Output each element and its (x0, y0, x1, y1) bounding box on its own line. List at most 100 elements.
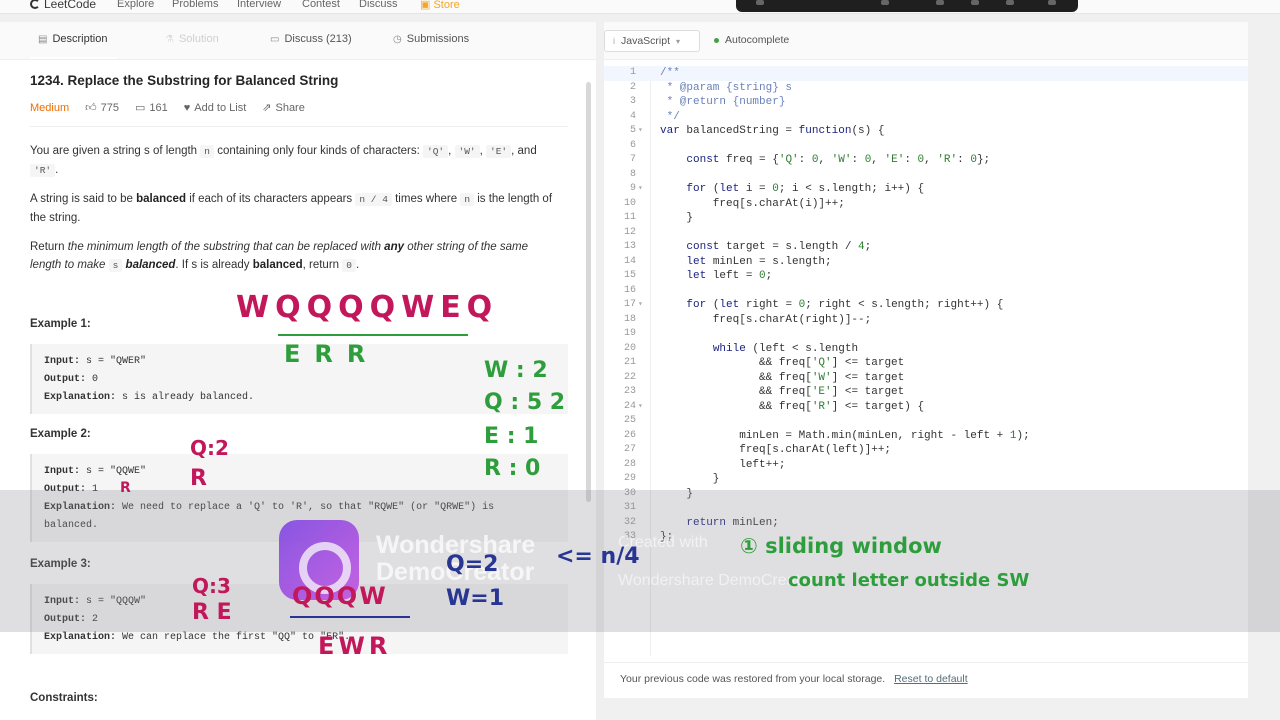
heart-icon: ♥ (183, 101, 191, 114)
code-line[interactable]: 5 ▾ var balancedString = function(s) { (604, 124, 1248, 139)
annotation-substring: ERR (284, 340, 380, 368)
tab-description[interactable]: ▤ Description (29, 33, 119, 59)
code-text: freq[s.charAt(right)]--; (660, 313, 872, 326)
tab-discuss-label: Discuss (213) (284, 33, 352, 45)
screen: LeetCode Explore Problems Interview Cont… (0, 0, 1280, 720)
line-number: 10 (623, 197, 636, 209)
line-number: 11 (623, 212, 636, 223)
nav-problems[interactable]: Problems (172, 0, 218, 10)
line-number: 14 (623, 255, 636, 267)
annotation-string: WQQQQWEQ (236, 290, 499, 325)
code-line[interactable]: 12 (604, 226, 1248, 241)
share-label: Share (275, 101, 305, 114)
code-line[interactable]: 28 left++; (604, 458, 1248, 473)
annotation-count-r: R : 0 (484, 456, 541, 481)
annotation-ex2-q: Q:2 (190, 436, 229, 460)
tab-solution[interactable]: ⚗ Solution (165, 33, 219, 45)
pause-icon[interactable] (936, 0, 944, 5)
code-text: freq[s.charAt(left)]++; (660, 444, 892, 456)
code-line[interactable]: 15 let left = 0; (604, 269, 1248, 284)
fold-chevron-icon[interactable]: ▾ (638, 124, 643, 139)
language-select[interactable]: i JavaScript ▾ (604, 30, 700, 52)
annotation-note-2: count letter outside SW (788, 570, 1030, 591)
nav-store[interactable]: ▣ Store (420, 0, 460, 11)
recorder-control-icon[interactable] (756, 0, 764, 5)
dislike-button[interactable]: ▭ 161 (135, 101, 168, 115)
line-number: 25 (623, 415, 636, 426)
fold-chevron-icon[interactable]: ▾ (638, 298, 643, 313)
nav-explore[interactable]: Explore (117, 0, 154, 10)
chevron-down-icon: ▾ (676, 36, 681, 46)
code-line[interactable]: 13 const target = s.length / 4; (604, 240, 1248, 255)
code-text: let left = 0; (686, 270, 773, 282)
label: Input: (44, 466, 81, 477)
dislike-count: 161 (149, 101, 168, 114)
code-text: var balancedString = function(s) { (660, 125, 885, 137)
like-button[interactable]: 👍︎ 775 (85, 101, 119, 115)
description-scrollbar[interactable] (586, 82, 591, 502)
nav-contest[interactable]: Contest (302, 0, 340, 10)
line-number: 13 (623, 241, 636, 252)
recorder-toolbar[interactable] (736, 0, 1078, 12)
code-text: for (let i = 0; i < s.length; i++) { (686, 183, 925, 195)
leetcode-logo[interactable]: LeetCode (30, 0, 96, 11)
recorder-control-icon[interactable] (1006, 0, 1014, 5)
code-text: while (left < s.length (712, 342, 859, 355)
code-line[interactable]: 1 /** (604, 66, 1248, 81)
annotation-underline (278, 334, 468, 336)
tab-discuss[interactable]: ▭ Discuss (213) (270, 33, 352, 45)
code-line[interactable]: 14 let minLen = s.length; (604, 255, 1248, 270)
code-line[interactable]: 20 while (left < s.length (604, 342, 1248, 357)
code-line[interactable]: 25 (604, 414, 1248, 429)
code-line[interactable]: 16 (604, 284, 1248, 299)
line-number: 28 (623, 458, 636, 470)
fold-chevron-icon[interactable]: ▾ (638, 400, 643, 415)
close-icon[interactable] (1048, 0, 1056, 5)
code-line[interactable]: 3 * @return {number} (604, 95, 1248, 110)
code-line[interactable]: 4 */ (604, 110, 1248, 125)
code-line[interactable]: 21 && freq['Q'] <= target (604, 356, 1248, 371)
nav-discuss[interactable]: Discuss (359, 0, 398, 10)
problem-statement-1: You are given a string s of length n con… (30, 145, 537, 177)
reset-to-default-link[interactable]: Reset to default (894, 673, 968, 685)
code-w: 'W' (454, 145, 480, 158)
code-line[interactable]: 22 && freq['W'] <= target (604, 371, 1248, 386)
line-number: 2 (629, 81, 636, 93)
code-line[interactable]: 6 (604, 139, 1248, 154)
code-text: * @return {number} (660, 96, 786, 108)
problem-meta: Medium 👍︎ 775 ▭ 161 ♥ Add to List ⇗ Share (30, 101, 305, 115)
code-line[interactable]: 19 (604, 327, 1248, 342)
code-line[interactable]: 2 * @param {string} s (604, 81, 1248, 96)
code-line[interactable]: 26 minLen = Math.min(minLen, right - lef… (604, 429, 1248, 444)
code-line[interactable]: 9 ▾ for (let i = 0; i < s.length; i++) { (604, 182, 1248, 197)
nav-interview[interactable]: Interview (237, 0, 281, 10)
example-output: 0 (92, 374, 99, 385)
line-number: 17 (623, 299, 636, 310)
code-line[interactable]: 29 } (604, 472, 1248, 487)
tab-submissions-label: Submissions (406, 33, 470, 45)
line-number: 15 (623, 270, 636, 281)
example-1-title: Example 1: (30, 318, 91, 330)
recorder-control-icon[interactable] (881, 0, 889, 5)
code-line[interactable]: 7 const freq = {'Q': 0, 'W': 0, 'E': 0, … (604, 153, 1248, 168)
annotation-ex2-r: R (190, 466, 207, 491)
code-line[interactable]: 11 } (604, 211, 1248, 226)
fold-chevron-icon[interactable]: ▾ (638, 182, 643, 197)
text: if each of its characters appears (189, 193, 353, 205)
problem-statement-3: Return the minimum length of the substri… (30, 241, 529, 272)
code-line[interactable]: 27 freq[s.charAt(left)]++; (604, 443, 1248, 458)
annotation-count-e: E : 1 (484, 424, 539, 449)
code-s: s (108, 259, 123, 272)
bold-text: balanced (252, 259, 303, 271)
code-line[interactable]: 8 (604, 168, 1248, 183)
share-button[interactable]: ⇗ Share (262, 101, 305, 115)
code-line[interactable]: 18 freq[s.charAt(right)]--; (604, 313, 1248, 328)
code-line[interactable]: 17 ▾ for (let right = 0; right < s.length… (604, 298, 1248, 313)
code-line[interactable]: 10 freq[s.charAt(i)]++; (604, 197, 1248, 212)
recorder-control-icon[interactable] (971, 0, 979, 5)
code-line[interactable]: 24 ▾ && freq['R'] <= target) { (604, 400, 1248, 415)
tab-submissions[interactable]: ◷ Submissions (393, 33, 469, 45)
add-to-list-button[interactable]: ♥ Add to List (184, 102, 247, 114)
code-line[interactable]: 23 && freq['E'] <= target (604, 385, 1248, 400)
autocomplete-toggle[interactable]: Autocomplete (714, 34, 789, 46)
